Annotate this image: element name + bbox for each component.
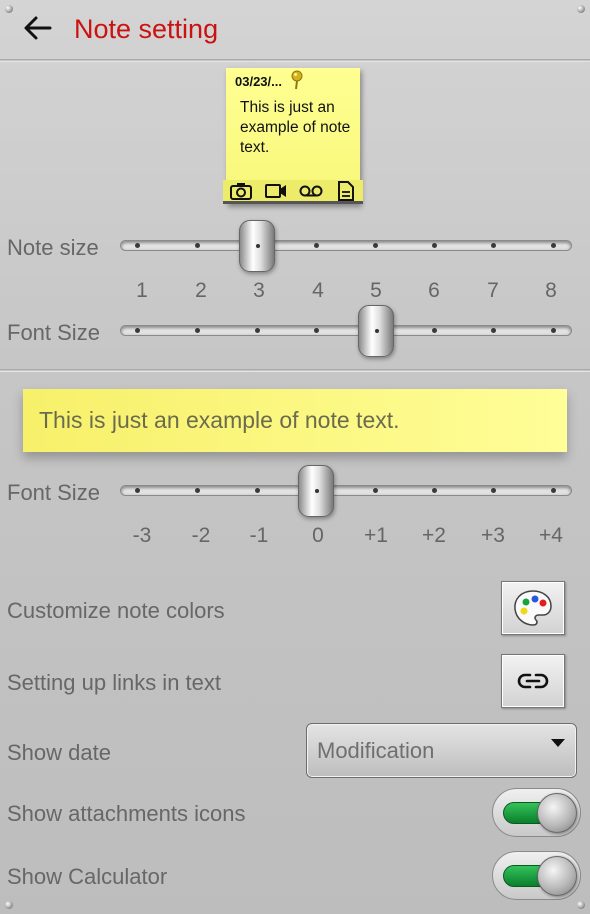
show-calculator-toggle[interactable] bbox=[492, 851, 581, 900]
banner-font-size-label: Font Size bbox=[7, 480, 100, 505]
show-attachments-label: Show attachments icons bbox=[7, 801, 246, 826]
slider-tick bbox=[551, 328, 556, 333]
slider-tick bbox=[314, 328, 319, 333]
slider-tick bbox=[135, 243, 140, 248]
slider-tick-label: +2 bbox=[422, 524, 446, 547]
arrow-left-icon bbox=[24, 16, 52, 40]
page-title: Note setting bbox=[74, 14, 219, 44]
slider-tick bbox=[195, 328, 200, 333]
show-attachments-toggle[interactable] bbox=[492, 788, 581, 837]
slider-tick bbox=[135, 328, 140, 333]
dropdown-arrow-icon bbox=[551, 739, 565, 747]
back-button[interactable] bbox=[22, 12, 52, 44]
slider-tick-label: 2 bbox=[195, 279, 207, 302]
show-date-select[interactable]: Modification bbox=[306, 723, 577, 778]
banner-text: This is just an example of note text. bbox=[39, 407, 400, 433]
sticky-font-size-slider[interactable] bbox=[120, 325, 572, 336]
slider-tick bbox=[195, 488, 200, 493]
palette-icon bbox=[514, 590, 552, 626]
slider-tick bbox=[135, 488, 140, 493]
slider-tick bbox=[314, 243, 319, 248]
slider-tick bbox=[255, 328, 260, 333]
document-icon bbox=[328, 180, 363, 204]
video-icon bbox=[258, 180, 293, 204]
slider-tick bbox=[432, 243, 437, 248]
slider-tick-label: 1 bbox=[136, 279, 148, 302]
slider-tick-label: 3 bbox=[253, 279, 265, 302]
voicemail-icon bbox=[293, 180, 328, 204]
pushpin-icon bbox=[291, 70, 303, 90]
note-size-label: Note size bbox=[7, 235, 99, 260]
customize-colors-label: Customize note colors bbox=[7, 598, 225, 623]
show-date-label: Show date bbox=[7, 740, 111, 765]
slider-tick-label: -1 bbox=[249, 524, 269, 547]
slider-tick bbox=[195, 243, 200, 248]
slider-tick-label: +3 bbox=[481, 524, 505, 547]
slider-tick bbox=[491, 488, 496, 493]
sticky-font-size-slider-thumb[interactable] bbox=[358, 305, 394, 357]
links-setting-button[interactable] bbox=[501, 654, 565, 708]
slider-tick-label: 4 bbox=[312, 279, 324, 302]
app-header: Note setting bbox=[0, 0, 590, 60]
slider-tick-label: -2 bbox=[191, 524, 211, 547]
slider-tick-label: 6 bbox=[428, 279, 440, 302]
slider-tick bbox=[373, 488, 378, 493]
sticky-note-text: This is just an example of note text. bbox=[240, 99, 351, 156]
toggle-knob bbox=[537, 793, 577, 833]
slider-tick-label: +4 bbox=[539, 524, 563, 547]
slider-tick-label: 8 bbox=[545, 279, 557, 302]
slider-tick-label: +1 bbox=[364, 524, 388, 547]
slider-tick bbox=[432, 328, 437, 333]
show-date-value: Modification bbox=[317, 738, 435, 763]
sticky-note-preview: 03/23/... This is just an example of not… bbox=[223, 68, 363, 206]
slider-tick bbox=[491, 243, 496, 248]
note-text-preview-banner: This is just an example of note text. bbox=[23, 389, 567, 452]
camera-icon bbox=[223, 180, 258, 204]
slider-tick bbox=[255, 488, 260, 493]
section-divider bbox=[0, 369, 590, 372]
screw-icon bbox=[5, 901, 13, 909]
slider-tick bbox=[373, 243, 378, 248]
slider-tick bbox=[551, 243, 556, 248]
slider-tick bbox=[432, 488, 437, 493]
slider-tick-label: 5 bbox=[370, 279, 382, 302]
toggle-knob bbox=[537, 856, 577, 896]
link-icon bbox=[517, 673, 549, 689]
slider-tick bbox=[491, 328, 496, 333]
attachment-icons-bar bbox=[223, 180, 363, 206]
banner-font-size-slider[interactable] bbox=[120, 485, 572, 496]
slider-tick-label: -3 bbox=[132, 524, 152, 547]
slider-tick-label: 0 bbox=[312, 524, 324, 547]
sticky-note-date: 03/23/... bbox=[235, 74, 282, 89]
slider-tick bbox=[551, 488, 556, 493]
note-size-slider[interactable] bbox=[120, 240, 572, 251]
show-calculator-label: Show Calculator bbox=[7, 864, 168, 889]
header-divider bbox=[0, 59, 590, 62]
screw-icon bbox=[577, 901, 585, 909]
banner-font-size-slider-thumb[interactable] bbox=[298, 465, 334, 517]
links-setting-label: Setting up links in text bbox=[7, 670, 222, 695]
sticky-font-size-label: Font Size bbox=[7, 320, 100, 345]
slider-tick-label: 7 bbox=[487, 279, 499, 302]
note-size-slider-thumb[interactable] bbox=[239, 220, 275, 272]
customize-colors-button[interactable] bbox=[501, 581, 565, 635]
